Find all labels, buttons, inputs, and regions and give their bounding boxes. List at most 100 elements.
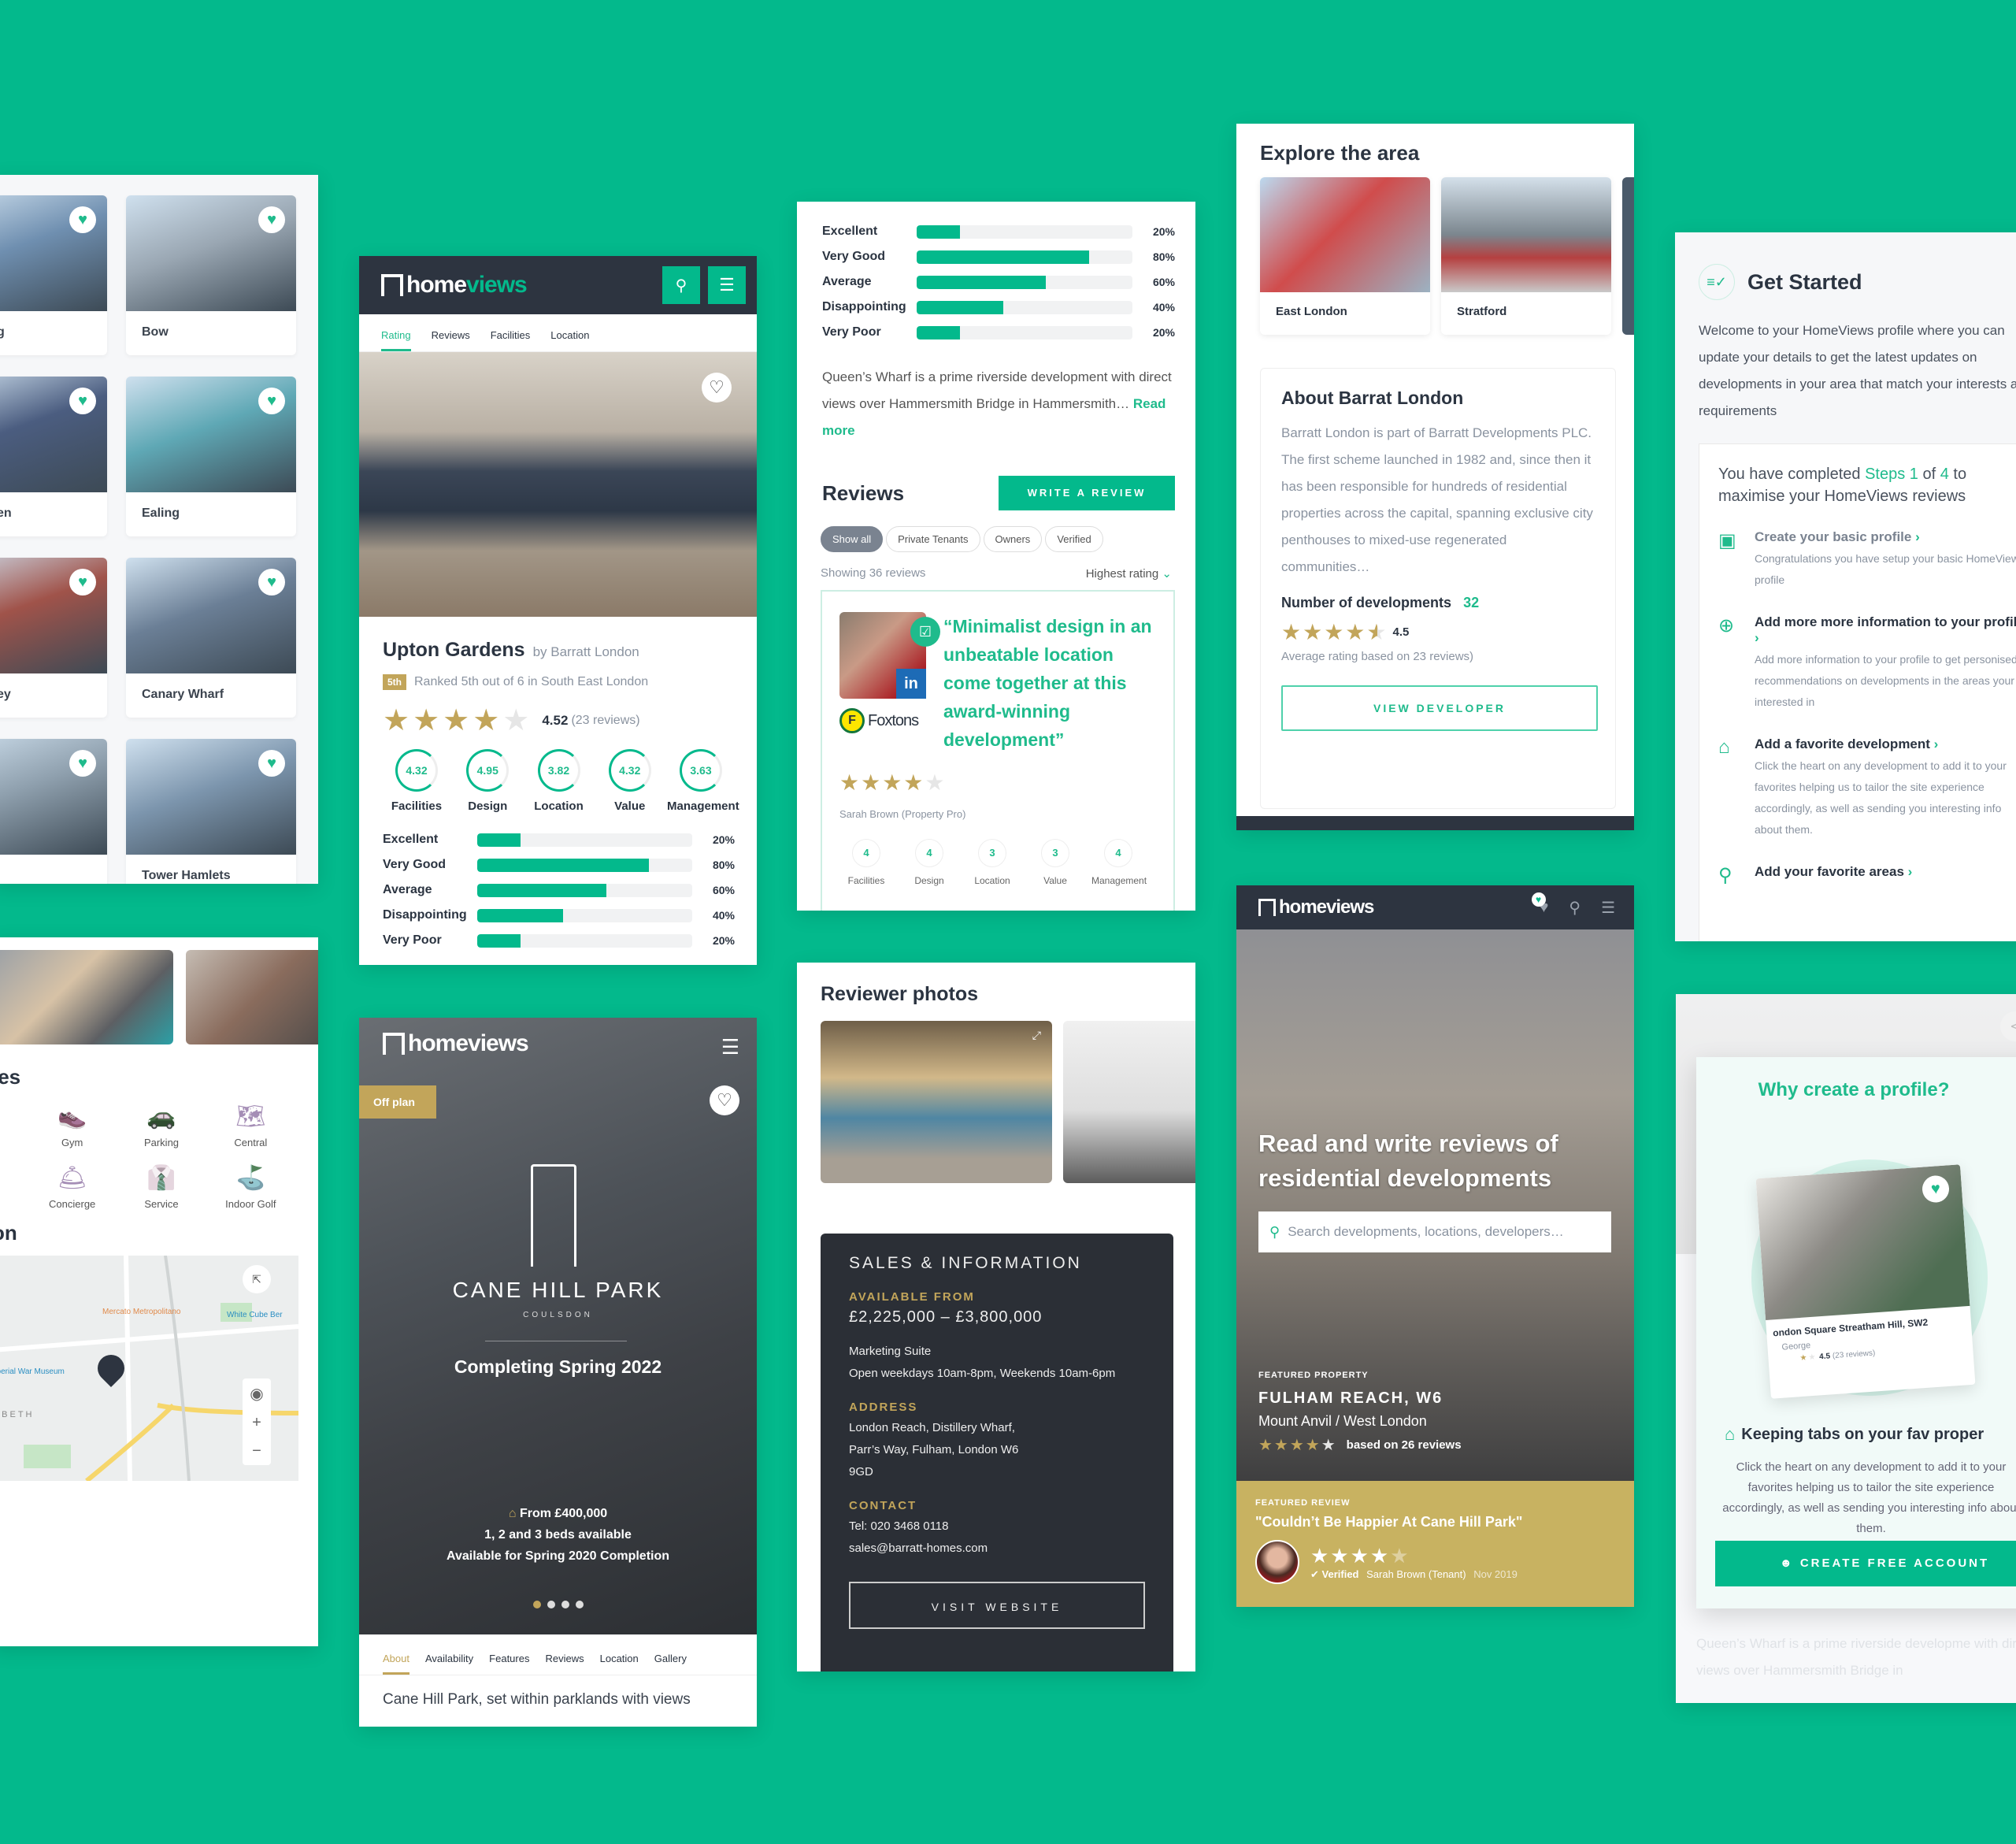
expand-icon[interactable]: ⤢ bbox=[1032, 1029, 1041, 1042]
locate-icon[interactable]: ◉ bbox=[250, 1384, 263, 1404]
step-desc: Add more information to your profile to … bbox=[1755, 653, 2016, 708]
featured-review[interactable]: FEATURED REVIEW "Couldn’t Be Happier At … bbox=[1236, 1481, 1634, 1607]
bar-track bbox=[477, 883, 692, 897]
search-input[interactable]: ⚲ Search developments, locations, develo… bbox=[1258, 1211, 1611, 1252]
favorite-heart-icon[interactable]: ♥ bbox=[258, 569, 285, 595]
menu-button[interactable]: ☰ bbox=[708, 266, 746, 304]
explore-area-card[interactable]: Stratford bbox=[1441, 177, 1611, 335]
bar-percent: 20% bbox=[1152, 326, 1175, 339]
score-label: Management bbox=[1091, 875, 1147, 886]
area-card[interactable]: ♥ bbox=[0, 739, 107, 884]
reviewer-photos-panel: Reviewer photos ⤢ SALES & INFORMATION AV… bbox=[797, 963, 1195, 1671]
tab-reviews[interactable]: Reviews bbox=[545, 1653, 584, 1675]
filter-chip[interactable]: Show all bbox=[821, 526, 884, 552]
onboarding-step[interactable]: ▣ Create your basic profile › Congratulati… bbox=[1718, 529, 2016, 591]
carousel-dot[interactable] bbox=[575, 1601, 584, 1608]
carousel-dot[interactable] bbox=[561, 1601, 569, 1608]
area-label: Ealing bbox=[142, 506, 180, 520]
zoom-in-button[interactable]: + bbox=[252, 1414, 261, 1432]
favorite-heart-icon[interactable]: ♥ bbox=[69, 750, 96, 777]
reviewer-photo-gym[interactable] bbox=[1063, 1021, 1195, 1183]
fullscreen-button[interactable]: ⇱ bbox=[243, 1265, 271, 1293]
area-card[interactable]: ♥ g bbox=[0, 195, 107, 355]
tab-availability[interactable]: Availability bbox=[425, 1653, 473, 1675]
view-developer-button[interactable]: VIEW DEVELOPER bbox=[1281, 685, 1598, 731]
write-review-button[interactable]: WRITE A REVIEW bbox=[999, 476, 1175, 510]
score-label: Location bbox=[974, 875, 1010, 886]
tab-facilities[interactable]: Facilities bbox=[491, 329, 531, 351]
review-count[interactable]: (23 reviews) bbox=[571, 714, 639, 728]
map-label-imperial: nperial War Museum bbox=[0, 1367, 65, 1376]
location-map[interactable]: Mercato Metropolitano White Cube Ber npe… bbox=[0, 1256, 298, 1481]
favorite-heart-icon[interactable]: ♥ bbox=[69, 388, 96, 414]
onboarding-step[interactable]: ⊕ Add more more information to your profi… bbox=[1718, 614, 2016, 713]
carousel-dot[interactable] bbox=[547, 1601, 555, 1608]
area-card[interactable]: ♥ en bbox=[0, 377, 107, 536]
gallery-photo-1[interactable] bbox=[0, 950, 173, 1044]
homeviews-logo[interactable]: home views bbox=[383, 1030, 529, 1057]
cane-hill-panel: home views ☰ Off plan ♡ CANE HILL PARK CO… bbox=[359, 1018, 757, 1727]
tab-features[interactable]: Features bbox=[489, 1653, 529, 1675]
hamburger-icon[interactable]: ☰ bbox=[721, 1035, 739, 1059]
favorites-heart-icon[interactable]: ♥ ♥ bbox=[1531, 892, 1548, 917]
create-account-button[interactable]: ☻ CREATE FREE ACCOUNT bbox=[1715, 1541, 2016, 1586]
favorite-heart-icon[interactable]: ♥ bbox=[258, 388, 285, 414]
linkedin-icon[interactable]: in bbox=[896, 669, 926, 699]
bar-fill bbox=[917, 250, 1090, 264]
num-developments-label: Number of developments bbox=[1281, 595, 1452, 610]
featured-stars: ★★★★★ bbox=[1258, 1437, 1337, 1454]
suite-title: Marketing Suite bbox=[849, 1345, 932, 1358]
tab-location[interactable]: Location bbox=[550, 329, 589, 351]
contact-tel[interactable]: Tel: 020 3468 0118 bbox=[849, 1516, 1145, 1538]
filter-chip[interactable]: Owners bbox=[983, 526, 1043, 552]
tab-about[interactable]: About bbox=[383, 1653, 410, 1675]
map-label-mercato: Mercato Metropolitano bbox=[102, 1308, 181, 1316]
facility-item: 🚗 Parking bbox=[117, 1103, 206, 1148]
bar-track bbox=[917, 325, 1132, 339]
sort-dropdown[interactable]: Highest rating ⌄ bbox=[1086, 566, 1172, 581]
area-card[interactable]: ♥ Bow bbox=[126, 195, 296, 355]
favorite-button[interactable]: ♡ bbox=[702, 373, 732, 403]
zoom-out-button[interactable]: − bbox=[252, 1442, 261, 1460]
heart-outline-icon: ♡ bbox=[717, 1090, 732, 1110]
favorite-heart-icon[interactable]: ♥ bbox=[69, 569, 96, 595]
chevron-down-icon: ⌄ bbox=[1162, 567, 1172, 581]
steps-card: You have completed Steps 1 of 4 to maxim… bbox=[1699, 443, 2016, 941]
search-icon[interactable]: ⚲ bbox=[1569, 898, 1581, 918]
carousel-dot[interactable] bbox=[532, 1601, 541, 1608]
area-card[interactable]: ♥ Ealing bbox=[126, 377, 296, 536]
tab-gallery[interactable]: Gallery bbox=[654, 1653, 687, 1675]
tab-location[interactable]: Location bbox=[600, 1653, 639, 1675]
developer-name[interactable]: by Barratt London bbox=[533, 644, 639, 660]
contact-email[interactable]: sales@barratt-homes.com bbox=[849, 1538, 1145, 1560]
bar-fill bbox=[477, 833, 521, 847]
featured-property-name[interactable]: FULHAM REACH, W6 bbox=[1258, 1389, 1443, 1408]
favorite-heart-icon[interactable]: ♥ bbox=[69, 206, 96, 233]
score-ring: 4.32 bbox=[395, 749, 438, 792]
gallery-photo-2[interactable] bbox=[186, 950, 318, 1044]
area-label: Canary Wharf bbox=[142, 688, 224, 701]
visit-website-button[interactable]: VISIT WEBSITE bbox=[849, 1582, 1145, 1629]
filter-chip[interactable]: Verified bbox=[1045, 526, 1103, 552]
hamburger-icon[interactable]: ☰ bbox=[1601, 898, 1615, 918]
search-button[interactable]: ⚲ bbox=[662, 266, 700, 304]
area-card[interactable]: ♥ Tower Hamlets bbox=[126, 739, 296, 884]
explore-area-card-partial[interactable] bbox=[1622, 177, 1634, 335]
explore-area-card[interactable]: East London bbox=[1260, 177, 1430, 335]
homeviews-logo[interactable]: home views bbox=[1258, 896, 1374, 918]
favorite-heart-icon[interactable]: ♥ bbox=[258, 206, 285, 233]
reviewer-photo-pool[interactable]: ⤢ bbox=[821, 1021, 1052, 1183]
area-card[interactable]: ♥ Canary Wharf bbox=[126, 558, 296, 718]
onboarding-step[interactable]: ⚲ Add your favorite areas › bbox=[1718, 864, 2016, 887]
area-card[interactable]: ♥ ey bbox=[0, 558, 107, 718]
filter-chip[interactable]: Private Tenants bbox=[886, 526, 980, 552]
onboarding-step[interactable]: ⌂ Add a favorite development › Click the h… bbox=[1718, 736, 2016, 840]
tab-reviews[interactable]: Reviews bbox=[432, 329, 470, 351]
bar-fill bbox=[917, 275, 1047, 289]
tab-rating[interactable]: Rating bbox=[381, 329, 411, 351]
favorite-heart-icon[interactable]: ♥ bbox=[258, 750, 285, 777]
bar-fill bbox=[917, 300, 1003, 314]
homeviews-logo[interactable]: home views bbox=[381, 272, 528, 299]
score-circle: 4 bbox=[915, 839, 943, 867]
favorite-button[interactable]: ♡ bbox=[710, 1085, 739, 1115]
